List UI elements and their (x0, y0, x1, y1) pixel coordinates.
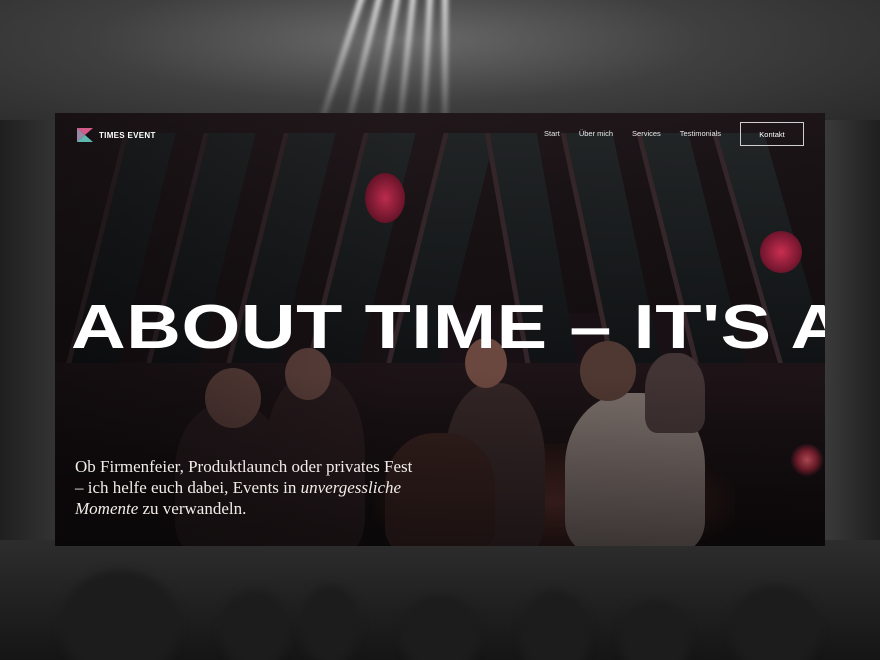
nav-link-services[interactable]: Services (632, 129, 661, 138)
logo[interactable]: TIMES EVENT (77, 128, 156, 142)
light-beams (300, 0, 480, 121)
nav-link-testimonials[interactable]: Testimonials (680, 129, 721, 138)
nav-links: Start Über mich Services Testimonials (544, 129, 740, 138)
nav-link-ueber-mich[interactable]: Über mich (579, 129, 613, 138)
kontakt-button[interactable]: Kontakt (740, 122, 804, 146)
background-crowd (0, 560, 880, 660)
top-navigation: TIMES EVENT Start Über mich Services Tes… (55, 113, 825, 157)
hero-intro-text: Ob Firmenfeier, Produktlaunch oder priva… (75, 456, 415, 519)
nav-link-start[interactable]: Start (544, 129, 560, 138)
hero-headline: ABOUT TIME – IT'S AB (71, 293, 825, 362)
background-left-wall (0, 120, 55, 540)
background-right-wall (825, 120, 880, 540)
logo-text: TIMES EVENT (99, 130, 156, 140)
intro-text-end: zu verwandeln. (138, 499, 247, 518)
hourglass-logo-icon (77, 128, 93, 142)
hero-section: TIMES EVENT Start Über mich Services Tes… (55, 113, 825, 546)
